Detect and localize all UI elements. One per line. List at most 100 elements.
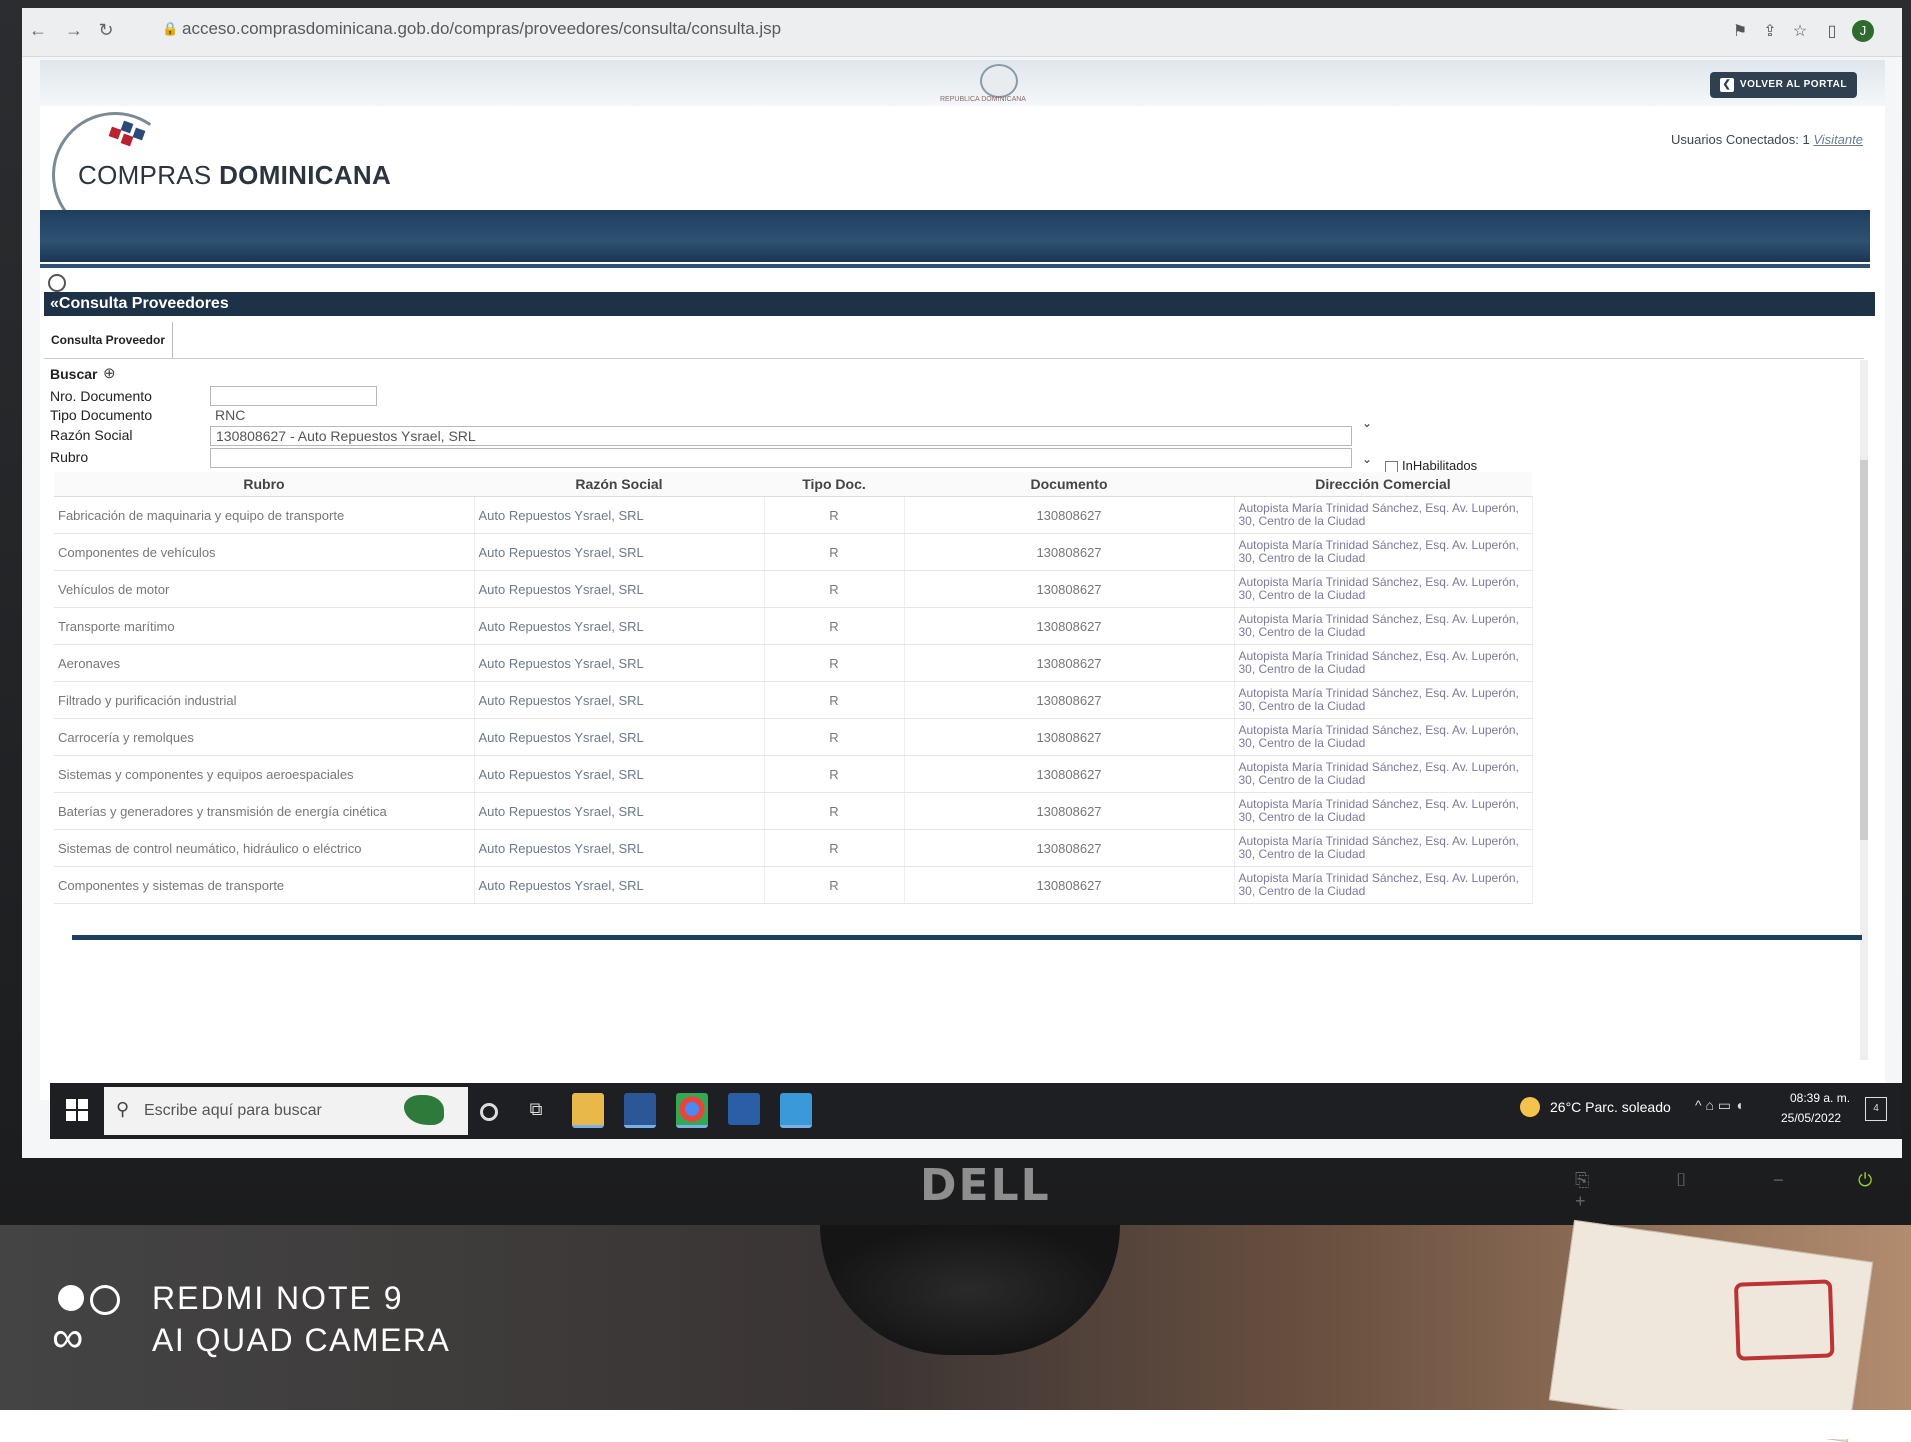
cell-rubro: Filtrado y purificación industrial: [54, 681, 475, 719]
cell-documento: 130808627: [904, 570, 1235, 608]
profile-avatar[interactable]: J: [1852, 20, 1874, 42]
cell-rubro: Fabricación de maquinaria y equipo de tr…: [54, 496, 475, 534]
logo-text-bold: DOMINICANA: [219, 160, 392, 190]
cell-documento: 130808627: [904, 681, 1235, 719]
back-icon[interactable]: ←: [26, 18, 50, 42]
visitante-link[interactable]: Visitante: [1813, 132, 1863, 147]
refresh-icon[interactable]: [48, 274, 66, 292]
column-header-documento[interactable]: Documento: [904, 472, 1234, 497]
razon-social-input[interactable]: 130808627 - Auto Repuestos Ysrael, SRL: [210, 426, 1352, 446]
clock-date[interactable]: 25/05/2022: [1781, 1111, 1841, 1125]
table-row[interactable]: Fabricación de maquinaria y equipo de tr…: [54, 496, 1533, 534]
table-row[interactable]: Sistemas de control neumático, hidráulic…: [54, 829, 1533, 867]
cell-razon-social: Auto Repuestos Ysrael, SRL: [474, 829, 765, 867]
sidebar-icon[interactable]: ▯: [1822, 22, 1842, 42]
site-logo[interactable]: COMPRAS DOMINICANA: [78, 160, 391, 191]
column-header-razon-social[interactable]: Razón Social: [474, 472, 764, 497]
power-icon: ⏻: [1858, 1170, 1873, 1190]
cell-razon-social: Auto Repuestos Ysrael, SRL: [474, 644, 765, 682]
cell-tipo-doc: R: [764, 792, 905, 830]
table-row[interactable]: Carrocería y remolques Auto Repuestos Ysr…: [54, 718, 1533, 756]
volver-portal-button[interactable]: ❮ VOLVER AL PORTAL: [1709, 72, 1857, 98]
cell-documento: 130808627: [904, 496, 1235, 534]
web-page: REPUBLICA DOMINICANA ❮ VOLVER AL PORTAL C…: [40, 60, 1885, 1100]
cell-direccion: Autopista María Trinidad Sánchez, Esq. A…: [1234, 792, 1533, 830]
cell-direccion: Autopista María Trinidad Sánchez, Esq. A…: [1234, 496, 1533, 534]
cortana-icon[interactable]: [480, 1103, 498, 1121]
tab-consulta-proveedor[interactable]: Consulta Proveedor: [44, 322, 173, 358]
cell-rubro: Transporte marítimo: [54, 607, 475, 645]
table-row[interactable]: Baterías y generadores y transmisión de …: [54, 792, 1533, 830]
star-icon[interactable]: ☆: [1790, 22, 1810, 42]
reload-icon[interactable]: ↻: [94, 18, 118, 42]
chevron-down-icon[interactable]: ⌄: [1362, 416, 1372, 430]
rubro-label: Rubro: [50, 449, 89, 465]
logo-text-light: COMPRAS: [78, 160, 220, 190]
forward-icon[interactable]: →: [62, 18, 86, 42]
cell-razon-social: Auto Repuestos Ysrael, SRL: [474, 755, 765, 793]
extension-icon[interactable]: ⚑: [1730, 22, 1750, 42]
cell-tipo-doc: R: [764, 755, 905, 793]
taskbar-search-box[interactable]: ⚲ Escribe aquí para buscar: [104, 1087, 468, 1135]
rubro-select[interactable]: [210, 448, 1352, 468]
dell-logo: DELL: [920, 1160, 1051, 1211]
photos-icon[interactable]: [780, 1093, 812, 1128]
column-header-direccion[interactable]: Dirección Comercial: [1234, 472, 1532, 497]
file-explorer-icon[interactable]: [572, 1093, 604, 1128]
column-header-tipo-doc[interactable]: Tipo Doc.: [764, 472, 904, 497]
cell-direccion: Autopista María Trinidad Sánchez, Esq. A…: [1234, 570, 1533, 608]
cell-rubro: Vehículos de motor: [54, 570, 475, 608]
system-tray-icons[interactable]: ^ ⌂ ▭ ◖: [1695, 1097, 1743, 1114]
search-zoom-icon[interactable]: ⊕: [103, 364, 116, 382]
cell-razon-social: Auto Repuestos Ysrael, SRL: [474, 792, 765, 830]
column-header-rubro[interactable]: Rubro: [54, 472, 474, 497]
cell-direccion: Autopista María Trinidad Sánchez, Esq. A…: [1234, 607, 1533, 645]
weather-text[interactable]: 26°C Parc. soleado: [1550, 1099, 1671, 1115]
table-row[interactable]: Sistemas y componentes y equipos aeroesp…: [54, 755, 1533, 793]
cell-rubro: Componentes de vehículos: [54, 533, 475, 571]
buscar-label: Buscar: [50, 366, 98, 382]
notification-icon[interactable]: 4: [1865, 1097, 1887, 1121]
task-view-icon[interactable]: ⧉: [520, 1093, 552, 1125]
cell-rubro: Componentes y sistemas de transporte: [54, 866, 475, 904]
share-icon[interactable]: ⇪: [1760, 22, 1780, 42]
scrollbar-thumb[interactable]: [1860, 460, 1868, 840]
table-row[interactable]: Filtrado y purificación industrial Auto R…: [54, 681, 1533, 719]
cell-tipo-doc: R: [764, 681, 905, 719]
tipo-documento-label: Tipo Documento: [50, 407, 153, 423]
cell-tipo-doc: R: [764, 607, 905, 645]
cell-tipo-doc: R: [764, 718, 905, 756]
logo-mark: [108, 120, 150, 152]
cell-razon-social: Auto Repuestos Ysrael, SRL: [474, 570, 765, 608]
weather-icon[interactable]: [1520, 1097, 1540, 1117]
search-icon: ⚲: [116, 1099, 130, 1119]
cell-tipo-doc: R: [764, 866, 905, 904]
table-row[interactable]: Componentes y sistemas de transporte Auto…: [54, 866, 1533, 904]
cell-tipo-doc: R: [764, 496, 905, 534]
table-row[interactable]: Vehículos de motor Auto Repuestos Ysrael,…: [54, 570, 1533, 608]
section-title[interactable]: «Consulta Proveedores: [44, 292, 1875, 316]
chevron-down-icon[interactable]: ⌄: [1362, 452, 1372, 466]
cell-razon-social: Auto Repuestos Ysrael, SRL: [474, 681, 765, 719]
cell-documento: 130808627: [904, 533, 1235, 571]
cell-direccion: Autopista María Trinidad Sánchez, Esq. A…: [1234, 755, 1533, 793]
clock-time[interactable]: 08:39 a. m.: [1790, 1091, 1850, 1105]
watermark-model: REDMI NOTE 9: [152, 1280, 404, 1316]
nro-documento-label: Nro. Documento: [50, 388, 152, 404]
tab-divider: [44, 358, 1864, 359]
nro-documento-input[interactable]: [210, 386, 377, 406]
chrome-icon[interactable]: [676, 1093, 708, 1128]
address-bar[interactable]: acceso.comprasdominicana.gob.do/compras/…: [182, 19, 781, 39]
windows-start-icon[interactable]: [66, 1099, 88, 1121]
table-row[interactable]: Componentes de vehículos Auto Repuestos Y…: [54, 533, 1533, 571]
app-icon[interactable]: [728, 1093, 760, 1125]
lock-icon: 🔒: [162, 21, 179, 36]
browser-toolbar: ← → ↻ 🔒 acceso.comprasdominicana.gob.do/…: [22, 8, 1902, 57]
table-row[interactable]: Aeronaves Auto Repuestos Ysrael, SRL R 1308…: [54, 644, 1533, 682]
word-icon[interactable]: [624, 1093, 656, 1128]
tipo-documento-select[interactable]: RNC: [210, 406, 1360, 424]
cell-documento: 130808627: [904, 718, 1235, 756]
table-row[interactable]: Transporte marítimo Auto Repuestos Ysrael…: [54, 607, 1533, 645]
photo-margin: [0, 1410, 1911, 1439]
cell-rubro: Carrocería y remolques: [54, 718, 475, 756]
